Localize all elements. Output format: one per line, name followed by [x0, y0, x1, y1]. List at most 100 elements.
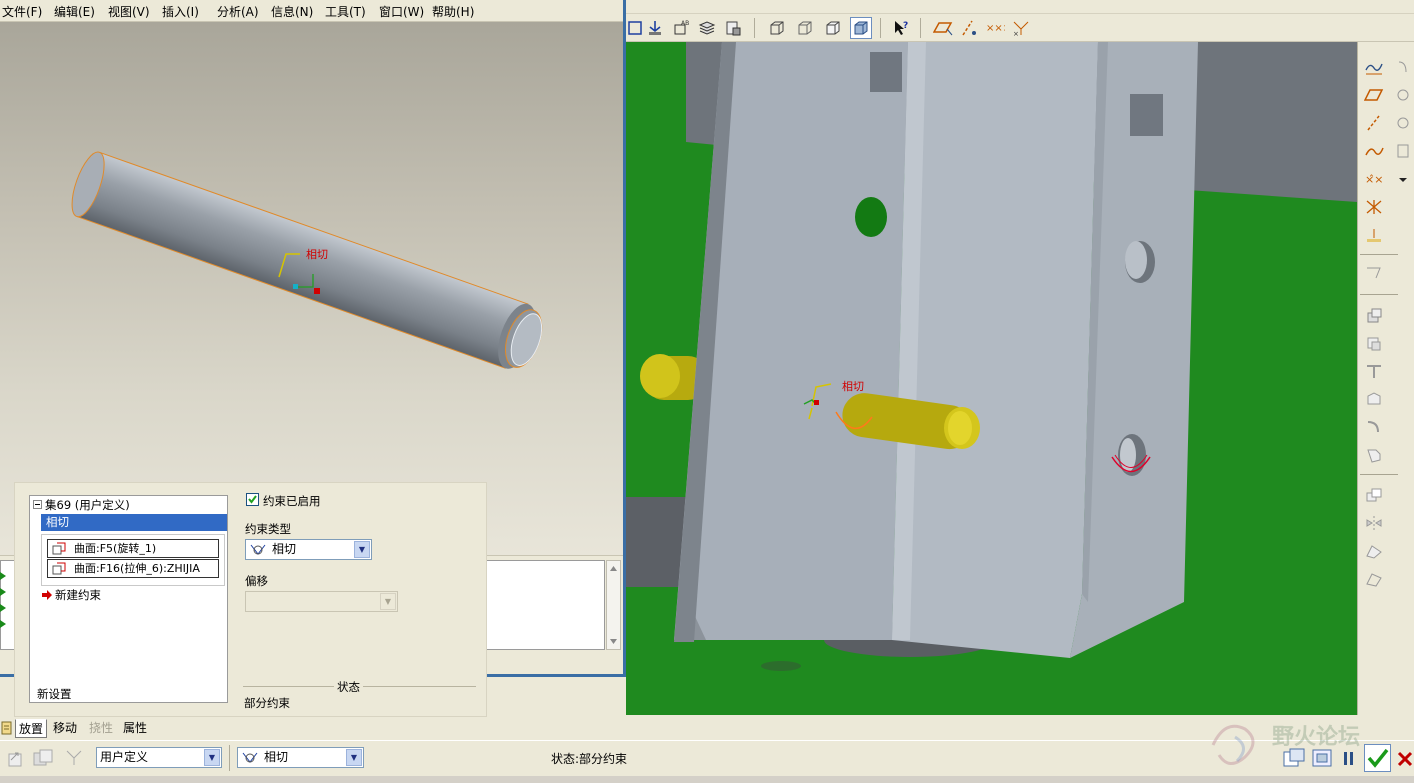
wireframe-icon[interactable]: [766, 17, 788, 39]
round-icon[interactable]: [1362, 416, 1386, 438]
axis-icon[interactable]: [1362, 112, 1386, 134]
dashboard-status: 状态:部分约束: [551, 752, 628, 766]
no-hidden-icon[interactable]: [822, 17, 844, 39]
context-help-icon[interactable]: ?: [890, 17, 912, 39]
dropdown-arrow-icon[interactable]: [1394, 168, 1412, 190]
offset-label: 偏移: [245, 574, 268, 588]
hidden-line-icon[interactable]: [794, 17, 816, 39]
view-manager-icon[interactable]: [722, 17, 744, 39]
tab-properties[interactable]: 属性: [120, 719, 150, 738]
title-strip: [626, 0, 1414, 14]
extrude-icon[interactable]: [1362, 304, 1386, 326]
chevron-down-icon[interactable]: ▼: [354, 541, 370, 558]
cancel-icon[interactable]: [1396, 750, 1414, 768]
separate-window-icon[interactable]: [32, 748, 54, 768]
tangent-icon: [242, 752, 258, 763]
pause-icon[interactable]: [1339, 749, 1359, 769]
menu-file[interactable]: 文件(F): [2, 3, 42, 20]
assembly-icon: [1, 721, 12, 735]
menu-help[interactable]: 帮助(H): [432, 3, 474, 20]
datum-point-tool-icon[interactable]: ×××: [984, 17, 1006, 39]
datum-plane-display-icon[interactable]: [644, 17, 666, 39]
chevron-down-icon[interactable]: ▼: [346, 749, 362, 766]
pattern-icon[interactable]: [1394, 140, 1412, 162]
tangent-icon: [250, 544, 266, 555]
surface-reference-icon: [52, 542, 66, 555]
csys-icon[interactable]: [1362, 196, 1386, 218]
curve-icon[interactable]: [1362, 140, 1386, 162]
sketch-alt-icon[interactable]: [1394, 56, 1412, 78]
menu-edit[interactable]: 编辑(E): [54, 3, 95, 20]
menu-insert[interactable]: 插入(I): [162, 3, 199, 20]
model-tree-arrows-icon: [0, 572, 6, 628]
menu-view[interactable]: 视图(V): [108, 3, 150, 20]
move-component-icon[interactable]: [6, 748, 26, 768]
rib-icon[interactable]: [1362, 360, 1386, 382]
point-icon[interactable]: ×̂×: [1362, 168, 1386, 190]
chamfer-icon[interactable]: [1362, 444, 1386, 466]
status-label: 状态: [334, 679, 363, 695]
ok-button[interactable]: [1364, 744, 1391, 772]
hole-icon[interactable]: [1394, 84, 1412, 106]
menu-window[interactable]: 窗口(W): [379, 3, 424, 20]
constraint-enabled-label: 约束已启用: [263, 494, 321, 508]
tab-placement[interactable]: 放置: [15, 719, 48, 738]
datum-plane-tool-icon[interactable]: [932, 17, 954, 39]
menu-tools[interactable]: 工具(T): [325, 3, 366, 20]
message-scrollbar[interactable]: [606, 560, 621, 650]
reference-label: 曲面:F5(旋转_1): [74, 542, 157, 555]
merge-icon[interactable]: [1362, 540, 1386, 562]
tab-move[interactable]: 移动: [50, 719, 80, 738]
red-arrow-icon: [42, 590, 52, 600]
shading-icon[interactable]: [850, 17, 872, 39]
constraint-tag-label: 相切: [842, 380, 864, 393]
svg-text:?: ?: [903, 21, 908, 31]
connection-type-select[interactable]: 用户定义 ▼: [96, 747, 222, 768]
svg-text:×××: ×××: [986, 23, 1005, 34]
reference-item[interactable]: 曲面:F16(拉伸_6):ZHIJIA: [47, 559, 219, 578]
collapse-icon[interactable]: [33, 500, 42, 509]
plane-icon[interactable]: [1362, 84, 1386, 106]
reference-item[interactable]: 曲面:F5(旋转_1): [47, 539, 219, 558]
menu-info[interactable]: 信息(N): [271, 3, 313, 20]
window-bottom-edge: [0, 776, 1414, 783]
status-value: 部分约束: [244, 696, 290, 710]
new-constraint-link[interactable]: 新建约束: [55, 587, 101, 603]
datum-axis-display-icon[interactable]: AB: [670, 17, 692, 39]
offset-select[interactable]: ▼: [245, 591, 398, 612]
layers-icon[interactable]: [696, 17, 718, 39]
datum-axis-tool-icon[interactable]: [958, 17, 980, 39]
revolve-icon[interactable]: [1362, 332, 1386, 354]
reference-label: 曲面:F16(拉伸_6):ZHIJIA: [74, 562, 200, 575]
datum-csys-tool-icon[interactable]: ×: [1010, 17, 1032, 39]
dashboard-constraint-value: 相切: [264, 750, 289, 764]
constraint-enabled-checkbox[interactable]: [246, 493, 259, 506]
selected-constraint[interactable]: 相切: [41, 514, 227, 531]
zoom-window-icon[interactable]: [624, 17, 646, 39]
constraint-set-label[interactable]: 集69 (用户定义): [45, 497, 130, 513]
svg-text:×: ×: [1013, 30, 1019, 37]
component-viewport[interactable]: 相切: [0, 22, 623, 555]
shell-icon[interactable]: [1362, 388, 1386, 410]
preview-icon[interactable]: [1310, 747, 1334, 769]
checkmark-icon: [1367, 748, 1389, 768]
cosmetic-sketch-icon[interactable]: [1362, 262, 1386, 284]
connection-type-value: 用户定义: [100, 750, 149, 764]
dashboard-constraint-select[interactable]: 相切 ▼: [237, 747, 364, 768]
trim-icon[interactable]: [1362, 568, 1386, 590]
copy-icon[interactable]: [1362, 484, 1386, 506]
sketch-icon[interactable]: [1362, 56, 1386, 78]
analysis-feature-icon[interactable]: [1362, 224, 1386, 246]
mirror-icon[interactable]: [1362, 512, 1386, 534]
constraint-type-select[interactable]: 相切 ▼: [245, 539, 372, 560]
main-viewport[interactable]: 相切: [626, 42, 1357, 715]
menu-bar: 文件(F) 编辑(E) 视图(V) 插入(I) 分析(A) 信息(N) 工具(T…: [0, 0, 623, 22]
tab-flexibility[interactable]: 挠性: [86, 719, 116, 738]
menu-analysis[interactable]: 分析(A): [217, 3, 259, 20]
shaft-icon[interactable]: [1394, 112, 1412, 134]
chevron-down-icon[interactable]: ▼: [380, 593, 396, 610]
new-set-link[interactable]: 新设置: [37, 686, 72, 702]
connection-icon[interactable]: [64, 748, 84, 768]
preview-window-icon[interactable]: [1282, 747, 1306, 769]
chevron-down-icon[interactable]: ▼: [204, 749, 220, 766]
